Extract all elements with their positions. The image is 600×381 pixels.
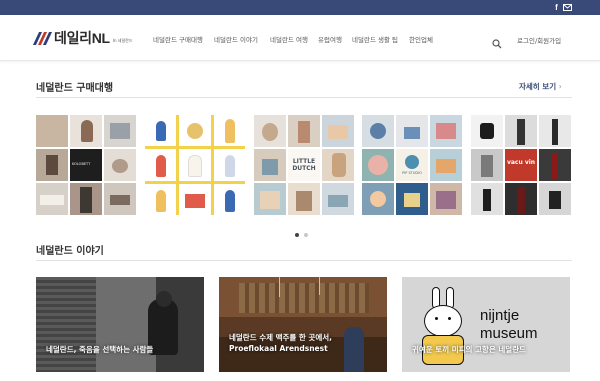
product-thumb bbox=[396, 115, 428, 147]
divider bbox=[36, 97, 572, 98]
product-thumb bbox=[145, 115, 177, 147]
product-thumb bbox=[104, 115, 136, 147]
product-thumb bbox=[145, 149, 177, 181]
story-caption: 네덜란드, 죽음을 선택하는 사람들 bbox=[46, 345, 154, 354]
brand-label: KOLOBETT bbox=[72, 162, 91, 166]
product-thumb bbox=[362, 183, 394, 215]
poster-text-1: nijntje bbox=[480, 307, 520, 324]
logo-mark-icon bbox=[32, 31, 53, 45]
brand-label: vacu vin bbox=[506, 159, 536, 166]
product-thumb bbox=[104, 183, 136, 215]
see-more-label: 자세히 보기 bbox=[519, 82, 557, 91]
login-link[interactable]: 로그인/회원가입 bbox=[517, 35, 561, 45]
story-caption: 네덜란드 수제 맥주를 한 곳에서, bbox=[229, 333, 332, 342]
product-thumb: LITTLE DUTCH bbox=[288, 149, 320, 181]
product-thumb bbox=[254, 183, 286, 215]
brand-label: PIP STUDIO bbox=[402, 171, 422, 175]
product-thumb bbox=[362, 149, 394, 181]
product-thumb: KOLOBETT bbox=[70, 149, 102, 181]
chevron-right-icon: › bbox=[558, 82, 562, 91]
product-thumb bbox=[471, 149, 503, 181]
divider bbox=[36, 260, 572, 261]
product-thumb bbox=[505, 183, 537, 215]
product-thumb bbox=[145, 183, 177, 215]
product-card-3[interactable]: LITTLE DUTCH bbox=[254, 115, 354, 215]
nav-item-europe-travel[interactable]: 유럽여행 bbox=[318, 34, 342, 44]
logo-subtext: In 네덜란드 bbox=[112, 37, 133, 43]
product-card-1[interactable]: KOLOBETT bbox=[36, 115, 136, 215]
product-thumb bbox=[179, 115, 211, 147]
nav-item-shopping[interactable]: 네덜란드 구매대행 bbox=[153, 34, 203, 44]
product-thumb bbox=[322, 149, 354, 181]
logo-text: 데일리NL bbox=[54, 30, 110, 46]
product-thumb bbox=[36, 115, 68, 147]
brand-label: LITTLE DUTCH bbox=[292, 158, 316, 172]
nav-item-travel[interactable]: 네덜란드 여행 bbox=[270, 34, 308, 44]
product-card-2[interactable] bbox=[145, 115, 245, 215]
search-icon[interactable] bbox=[492, 34, 502, 49]
carousel-dots bbox=[295, 233, 308, 237]
see-more-link[interactable]: 자세히 보기 › bbox=[519, 81, 562, 92]
product-thumb bbox=[179, 183, 211, 215]
site-logo[interactable]: 데일리NL In 네덜란드 bbox=[32, 28, 133, 48]
carousel-dot-2[interactable] bbox=[304, 233, 308, 237]
story-caption: 귀여운 토끼 미피의 고향은 네덜란드 bbox=[412, 345, 526, 354]
story-caption-subtitle: Proeflokaal Arendsnest bbox=[229, 344, 328, 353]
product-thumb bbox=[179, 149, 211, 181]
product-thumb bbox=[213, 183, 245, 215]
shopping-section-title: 네덜란드 구매대행 bbox=[36, 83, 114, 94]
stories-section-title: 네덜란드 이야기 bbox=[36, 246, 104, 257]
product-thumb bbox=[70, 115, 102, 147]
product-thumb bbox=[213, 115, 245, 147]
facebook-icon[interactable]: f bbox=[552, 3, 561, 12]
product-thumb bbox=[322, 115, 354, 147]
nav-item-life-tips[interactable]: 네덜란드 생활 팁 bbox=[352, 34, 398, 44]
story-card-2[interactable]: 네덜란드 수제 맥주를 한 곳에서, Proeflokaal Arendsnes… bbox=[219, 277, 387, 372]
product-card-4[interactable]: PIP STUDIO bbox=[362, 115, 462, 215]
story-card-3[interactable]: nijntje museum 귀여운 토끼 미피의 고향은 네덜란드 bbox=[402, 277, 570, 372]
carousel-dot-1[interactable] bbox=[295, 233, 299, 237]
product-thumb bbox=[471, 183, 503, 215]
product-thumb bbox=[70, 183, 102, 215]
product-thumb bbox=[396, 183, 428, 215]
product-thumb bbox=[430, 115, 462, 147]
nav-item-korean-business[interactable]: 한인업체 bbox=[409, 34, 433, 44]
product-thumb bbox=[430, 149, 462, 181]
story-card-1[interactable]: 네덜란드, 죽음을 선택하는 사람들 bbox=[36, 277, 204, 372]
nav-item-stories[interactable]: 네덜란드 이야기 bbox=[214, 34, 258, 44]
product-thumb bbox=[36, 183, 68, 215]
top-bar: f bbox=[0, 0, 600, 15]
product-thumb bbox=[430, 183, 462, 215]
product-thumb bbox=[322, 183, 354, 215]
product-thumb bbox=[288, 115, 320, 147]
product-thumb bbox=[539, 115, 571, 147]
product-thumb bbox=[505, 115, 537, 147]
product-thumb bbox=[288, 183, 320, 215]
product-thumb: vacu vin bbox=[505, 149, 537, 181]
product-thumb: PIP STUDIO bbox=[396, 149, 428, 181]
product-thumb bbox=[254, 115, 286, 147]
product-thumb bbox=[471, 115, 503, 147]
product-thumb bbox=[254, 149, 286, 181]
product-thumb bbox=[213, 149, 245, 181]
mail-icon[interactable] bbox=[563, 3, 572, 12]
product-card-5[interactable]: vacu vin bbox=[471, 115, 571, 215]
product-thumb bbox=[362, 115, 394, 147]
poster-text-2: museum bbox=[480, 325, 538, 342]
product-thumb bbox=[539, 149, 571, 181]
product-thumb bbox=[104, 149, 136, 181]
product-thumb bbox=[539, 183, 571, 215]
product-thumb bbox=[36, 149, 68, 181]
